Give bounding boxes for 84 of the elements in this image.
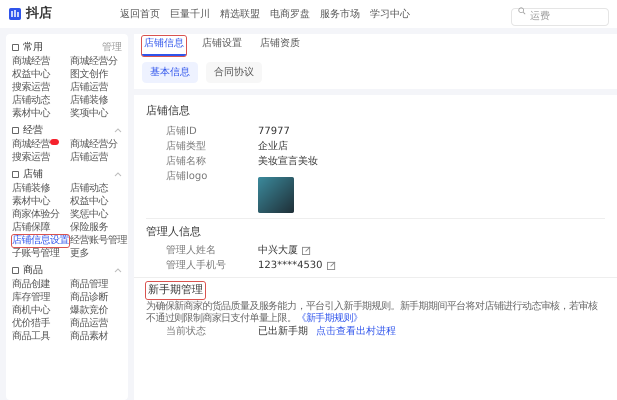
field-label: 店铺名称 xyxy=(166,154,207,168)
sidebar-link[interactable]: 商城经营分 xyxy=(70,56,118,68)
sidebar-link[interactable]: 权益中心 xyxy=(12,68,50,80)
section-title: 商品 xyxy=(23,264,43,278)
field-value: 企业店 xyxy=(258,140,288,154)
sidebar-link[interactable]: 商机中心 xyxy=(12,304,50,316)
sidebar-link[interactable]: 保险服务 xyxy=(70,222,108,234)
sidebar-link[interactable]: 商品创建 xyxy=(12,278,50,290)
nav-link[interactable]: 电商罗盘 xyxy=(270,6,310,22)
section-icon xyxy=(12,127,19,134)
sidebar-link[interactable]: 店铺运营 xyxy=(70,82,108,94)
subtab[interactable]: 基本信息 xyxy=(142,62,198,83)
section-icon xyxy=(12,267,19,274)
field-label: 管理人姓名 xyxy=(166,244,217,258)
logo-text: 抖店 xyxy=(26,4,52,24)
field-label: 店铺ID xyxy=(166,124,198,138)
sidebar-link[interactable]: 店铺信息设置 xyxy=(12,234,69,246)
chevron-up-icon[interactable] xyxy=(114,172,122,177)
sidebar-link[interactable]: 图文创作 xyxy=(70,68,108,80)
section-heading: 店铺信息 xyxy=(146,103,191,119)
sidebar-link[interactable]: 商品诊断 xyxy=(70,292,108,304)
sidebar-link[interactable]: 商城经营分 xyxy=(70,138,118,150)
tab[interactable]: 店铺资质 xyxy=(258,36,302,56)
sidebar-link[interactable]: 素材中心 xyxy=(12,196,50,208)
search-field[interactable]: 运费 xyxy=(511,8,609,26)
sidebar-link[interactable]: 商品管理 xyxy=(70,278,108,290)
sidebar-link[interactable]: 权益中心 xyxy=(70,196,108,208)
field-value: 77977 xyxy=(258,124,290,138)
tab[interactable]: 店铺设置 xyxy=(200,36,244,56)
sidebar-link[interactable]: 商城经营 xyxy=(12,138,50,150)
section-icon xyxy=(12,171,19,178)
sidebar-link[interactable]: 奖惩中心 xyxy=(70,208,108,220)
rule-link[interactable]: 《新手期规则》 xyxy=(296,312,362,324)
nav-link[interactable]: 巨量千川 xyxy=(170,6,210,22)
sidebar-link[interactable]: 店铺动态 xyxy=(12,94,50,106)
chevron-up-icon[interactable] xyxy=(114,268,122,273)
nav-link[interactable]: 精选联盟 xyxy=(220,6,260,22)
sidebar-link[interactable]: 店铺动态 xyxy=(70,182,108,194)
progress-link[interactable]: 点击查看出村进程 xyxy=(316,324,396,339)
sidebar-link[interactable]: 店铺装修 xyxy=(70,94,108,106)
field-value: 中兴大厦 xyxy=(258,244,298,258)
nav-link[interactable]: 返回首页 xyxy=(120,6,160,22)
section-heading: 管理人信息 xyxy=(146,224,202,240)
section-title: 经营 xyxy=(23,124,43,138)
search-icon xyxy=(518,7,526,15)
sidebar-link[interactable]: 搜索运营 xyxy=(12,82,50,94)
description-text: 为确保新商家的货品质量及服务能力，平台引入新手期规则。新手期期间平台将对店铺进行动态审核，若审核不通过则限制商家日支付单量上限。《新手期规则》 xyxy=(146,300,599,324)
section-title: 常用 xyxy=(23,40,43,55)
edit-icon[interactable] xyxy=(302,246,311,255)
field-value: 123****4530 xyxy=(258,259,323,273)
chevron-up-icon[interactable] xyxy=(114,128,122,133)
sidebar-link[interactable]: 优价猎手 xyxy=(12,318,50,330)
section-icon xyxy=(12,44,19,51)
field-label: 店铺logo xyxy=(166,170,208,184)
field-label: 店铺类型 xyxy=(166,140,207,154)
field-value: 美妆宣言美妆 xyxy=(258,154,318,168)
section-title: 店铺 xyxy=(23,168,43,182)
logo-image-placeholder xyxy=(258,176,294,212)
nav-link[interactable]: 服务市场 xyxy=(320,6,360,22)
logo-icon xyxy=(8,7,22,21)
sidebar-link[interactable]: 搜索运营 xyxy=(12,152,50,164)
field-label: 当前状态 xyxy=(166,324,207,339)
edit-icon[interactable] xyxy=(326,261,336,270)
sidebar-link[interactable]: 店铺装修 xyxy=(12,182,50,194)
sidebar-link[interactable]: 商品素材 xyxy=(70,330,108,342)
sidebar-link[interactable]: 库存管理 xyxy=(12,292,50,304)
sidebar-link[interactable]: 商品运营 xyxy=(70,318,108,330)
field-label: 管理人手机号 xyxy=(166,258,227,273)
field-value: 已出新手期 xyxy=(258,324,308,339)
sidebar-link[interactable]: 商家体验分 xyxy=(12,208,60,220)
tab[interactable]: 店铺信息 xyxy=(142,36,186,56)
sidebar-link[interactable]: 经营账号管理 xyxy=(70,234,127,246)
sidebar-link[interactable]: 更多 xyxy=(70,248,89,260)
sidebar-link[interactable]: 商城经营 xyxy=(12,56,50,68)
subtab[interactable]: 合同协议 xyxy=(206,62,262,83)
sidebar-link[interactable]: 子账号管理 xyxy=(12,248,60,260)
sidebar-link[interactable]: 爆款竞价 xyxy=(70,304,108,316)
section-heading: 新手期管理 xyxy=(146,282,205,298)
sidebar-link[interactable]: 商品工具 xyxy=(12,330,50,342)
sidebar-link[interactable]: 店铺保障 xyxy=(12,222,50,234)
sidebar-link[interactable]: 奖项中心 xyxy=(70,108,108,120)
nav-link[interactable]: 学习中心 xyxy=(370,6,410,22)
sidebar-link[interactable]: 店铺运营 xyxy=(70,152,108,164)
sidebar-link[interactable]: 素材中心 xyxy=(12,108,50,120)
